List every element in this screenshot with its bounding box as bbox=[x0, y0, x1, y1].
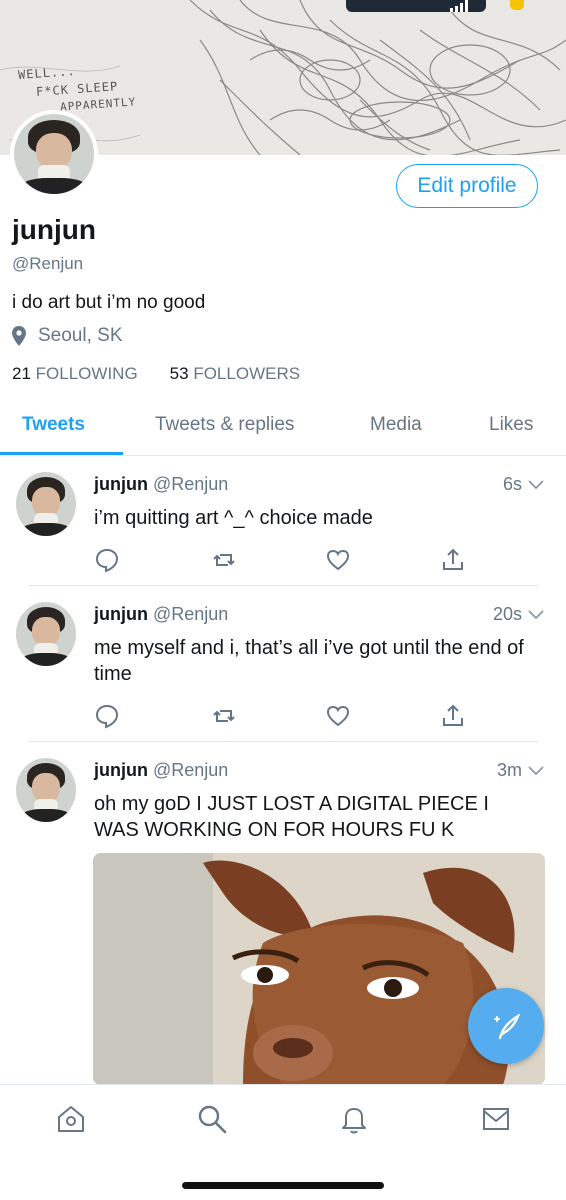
tweet-avatar[interactable] bbox=[16, 472, 76, 536]
tweet-header: junjun @Renjun bbox=[94, 474, 228, 495]
tweet-author-name: junjun bbox=[94, 474, 148, 494]
share-icon[interactable] bbox=[440, 547, 466, 573]
compose-tweet-button[interactable] bbox=[468, 988, 544, 1064]
tweet[interactable]: junjun @Renjun 20s me myself and i, that… bbox=[0, 586, 566, 742]
map-pin-icon bbox=[12, 326, 26, 346]
messages-icon[interactable] bbox=[480, 1103, 512, 1135]
profile-tabs: Tweets Tweets & replies Media Likes bbox=[0, 400, 566, 456]
profile-bio: i do art but i’m no good bbox=[12, 292, 206, 313]
tweet-header: junjun @Renjun bbox=[94, 604, 228, 625]
tweet-author-handle: @Renjun bbox=[153, 760, 229, 780]
profile-handle: @Renjun bbox=[12, 254, 84, 273]
tweet-time: 20s bbox=[493, 604, 544, 625]
followers-count: 53 bbox=[169, 364, 189, 383]
retweet-icon[interactable] bbox=[211, 703, 237, 729]
profile-avatar[interactable] bbox=[10, 110, 98, 198]
comment-icon[interactable] bbox=[94, 703, 120, 729]
tweet-avatar[interactable] bbox=[16, 602, 76, 666]
tweet-text: i’m quitting art ^_^ choice made bbox=[94, 507, 373, 529]
following-count: 21 bbox=[12, 364, 31, 383]
tweet-avatar[interactable] bbox=[16, 758, 76, 822]
tweet-time: 6s bbox=[503, 474, 544, 495]
tweet-text: me myself and i, that’s all i’ve got unt… bbox=[94, 637, 524, 685]
comment-icon[interactable] bbox=[94, 547, 120, 573]
compose-tweet-icon bbox=[494, 1013, 521, 1040]
location-text: Seoul, SK bbox=[38, 325, 123, 346]
edit-profile-button[interactable]: Edit profile bbox=[396, 164, 538, 208]
tab-likes[interactable]: Likes bbox=[489, 414, 533, 436]
tweet[interactable]: junjun @Renjun 6s i’m quitting art ^_^ c… bbox=[0, 456, 566, 586]
heart-icon[interactable] bbox=[325, 547, 351, 573]
active-tab-indicator bbox=[0, 452, 123, 455]
heart-icon[interactable] bbox=[325, 703, 351, 729]
tweet-author-name: junjun bbox=[94, 604, 148, 624]
share-icon[interactable] bbox=[440, 703, 466, 729]
follow-stats: 21 FOLLOWING 53 FOLLOWERS bbox=[12, 364, 300, 384]
tweet-actions bbox=[94, 703, 474, 729]
home-icon[interactable] bbox=[55, 1103, 87, 1135]
tweet-text: oh my goD I JUST LOST A DIGITAL PIECE I … bbox=[94, 793, 489, 841]
tweet-actions bbox=[94, 547, 474, 573]
profile-location: Seoul, SK bbox=[12, 325, 123, 347]
tweet-author-handle: @Renjun bbox=[153, 474, 229, 494]
tweet-timestamp: 20s bbox=[492, 604, 522, 624]
chevron-down-icon[interactable] bbox=[528, 479, 544, 490]
tab-tweets-replies[interactable]: Tweets & replies bbox=[155, 414, 294, 436]
tweet-author-handle: @Renjun bbox=[153, 604, 229, 624]
tweet-time: 3m bbox=[497, 760, 544, 781]
chevron-down-icon[interactable] bbox=[528, 765, 544, 776]
tab-tweets[interactable]: Tweets bbox=[22, 414, 85, 436]
tweet-author-name: junjun bbox=[94, 760, 148, 780]
profile-name: junjun bbox=[12, 214, 96, 245]
battery-icon bbox=[510, 0, 524, 10]
following-link[interactable]: 21 FOLLOWING bbox=[12, 364, 138, 384]
followers-label: FOLLOWERS bbox=[193, 364, 301, 383]
chevron-down-icon[interactable] bbox=[528, 609, 544, 620]
tweet-timestamp: 6s bbox=[502, 474, 522, 494]
search-icon[interactable] bbox=[196, 1103, 228, 1135]
followers-link[interactable]: 53 FOLLOWERS bbox=[170, 364, 300, 384]
signal-icon bbox=[450, 0, 468, 12]
home-indicator[interactable] bbox=[182, 1182, 384, 1189]
tweet-header: junjun @Renjun bbox=[94, 760, 228, 781]
tweet-timestamp: 3m bbox=[496, 760, 522, 780]
notifications-icon[interactable] bbox=[338, 1103, 370, 1135]
tab-media[interactable]: Media bbox=[370, 414, 422, 436]
following-label: FOLLOWING bbox=[35, 364, 138, 383]
retweet-icon[interactable] bbox=[211, 547, 237, 573]
